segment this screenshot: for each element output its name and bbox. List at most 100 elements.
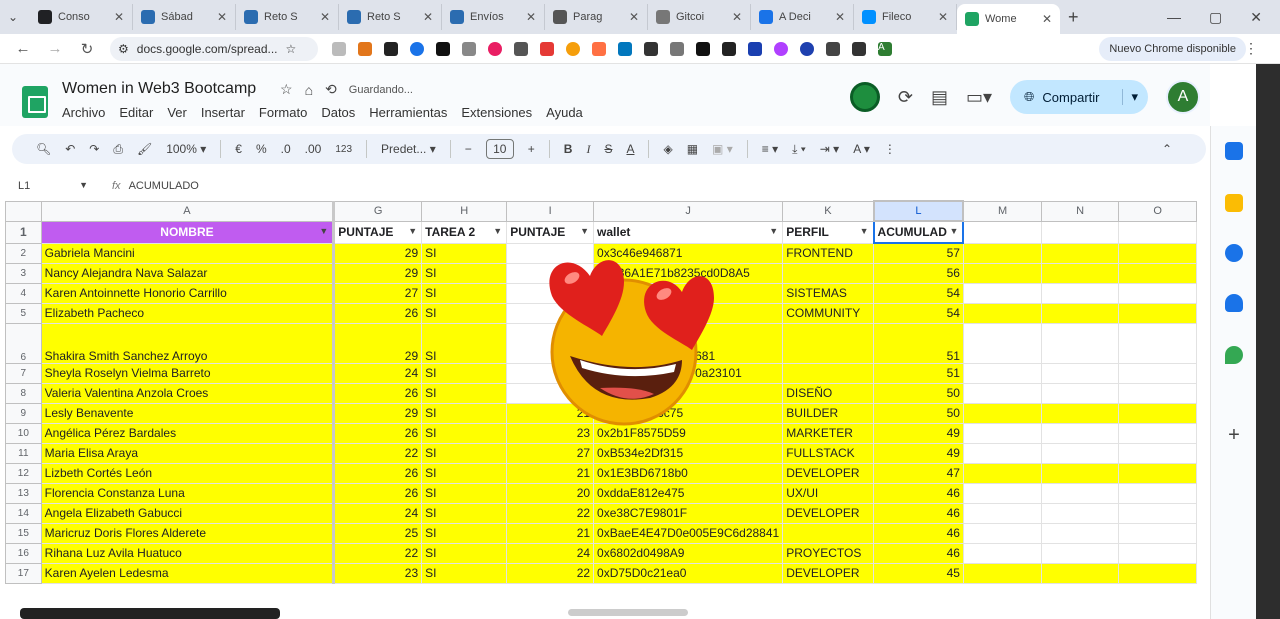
select-all-corner[interactable] <box>5 200 42 222</box>
browser-menu-icon[interactable]: ⋮ <box>1244 40 1258 57</box>
tab-close-icon[interactable]: ✕ <box>217 10 227 24</box>
name-box[interactable]: L1 ▼ <box>0 180 96 192</box>
cell-perfil[interactable]: FRONTEND <box>782 242 875 264</box>
menu-item[interactable]: Formato <box>259 105 307 120</box>
empty-cell[interactable] <box>1118 362 1197 384</box>
empty-cell[interactable] <box>1118 482 1197 504</box>
empty-cell[interactable] <box>1118 522 1197 544</box>
browser-tab[interactable]: Parag ✕ <box>545 4 648 30</box>
cell-perfil[interactable]: UX/UI <box>782 482 875 504</box>
cell-tarea2[interactable]: SI <box>421 542 508 564</box>
column-header[interactable]: I <box>506 200 595 222</box>
empty-cell[interactable] <box>962 402 1042 424</box>
cell-puntaje[interactable]: 23 <box>333 562 423 584</box>
empty-cell[interactable] <box>962 522 1042 544</box>
browser-tab[interactable]: Reto S ✕ <box>236 4 339 30</box>
browser-tab[interactable]: Fileco ✕ <box>854 4 957 30</box>
header-cell[interactable]: NOMBRE ▼ <box>40 220 336 244</box>
cell-puntaje2[interactable]: 21 <box>506 522 595 544</box>
empty-cell[interactable] <box>1040 242 1120 264</box>
cell-perfil[interactable]: DISEÑO <box>782 382 875 404</box>
cell-wallet[interactable]: 0x6802d0498A9 <box>593 542 784 564</box>
cell-puntaje[interactable]: 29 <box>333 402 423 424</box>
document-title[interactable]: Women in Web3 Bootcamp <box>62 80 256 98</box>
tab-search-chevron-icon[interactable]: ⌄ <box>8 10 30 24</box>
browser-tab[interactable]: Wome ✕ <box>957 4 1060 34</box>
empty-cell[interactable] <box>962 322 1042 364</box>
vertical-scrollbar[interactable] <box>1256 64 1280 619</box>
extension-icon[interactable] <box>696 41 710 56</box>
cell-name[interactable]: Valeria Valentina Anzola Croes <box>40 382 336 404</box>
cell-tarea2[interactable]: SI <box>421 382 508 404</box>
extension-icon[interactable] <box>722 41 736 56</box>
row-number[interactable]: 15 <box>5 522 42 544</box>
minimize-icon[interactable]: — <box>1167 9 1181 25</box>
cell-tarea2[interactable]: SI <box>421 562 508 584</box>
empty-cell[interactable] <box>1040 220 1120 244</box>
cell-acumulado[interactable]: 56 <box>873 262 964 284</box>
cell-acumulado[interactable]: 51 <box>873 362 964 384</box>
tasks-icon[interactable] <box>1225 244 1243 262</box>
redo-icon[interactable]: ↷ <box>89 142 99 156</box>
cell-tarea2[interactable]: SI <box>421 362 508 384</box>
empty-cell[interactable] <box>1040 362 1120 384</box>
undo-icon[interactable]: ↶ <box>65 142 75 156</box>
cell-acumulado[interactable]: 49 <box>873 422 964 444</box>
cell-puntaje[interactable]: 22 <box>333 442 423 464</box>
new-tab-button[interactable]: + <box>1068 7 1079 28</box>
cell-puntaje[interactable]: 26 <box>333 482 423 504</box>
cell-perfil[interactable]: FULLSTACK <box>782 442 875 464</box>
tab-close-icon[interactable]: ✕ <box>938 10 948 24</box>
history-icon[interactable]: ⟳ <box>898 87 913 108</box>
column-header[interactable]: O <box>1118 200 1197 222</box>
cell-tarea2[interactable]: SI <box>421 462 508 484</box>
empty-cell[interactable] <box>962 282 1042 304</box>
decrease-decimal-button[interactable]: .0 <box>281 142 291 156</box>
puzzle-icon[interactable] <box>826 41 840 56</box>
empty-cell[interactable] <box>1040 542 1120 564</box>
empty-cell[interactable] <box>962 422 1042 444</box>
borders-icon[interactable]: ▦ <box>687 142 698 156</box>
filter-icon[interactable]: ▼ <box>860 226 869 236</box>
cell-tarea2[interactable]: SI <box>421 402 508 424</box>
extension-icon[interactable] <box>436 41 450 56</box>
cell-puntaje[interactable]: 26 <box>333 422 423 444</box>
menu-item[interactable]: Extensiones <box>461 105 532 120</box>
empty-cell[interactable] <box>1040 462 1120 484</box>
column-header[interactable]: N <box>1040 200 1120 222</box>
add-addon-icon[interactable]: + <box>1225 425 1243 445</box>
empty-cell[interactable] <box>962 542 1042 564</box>
cell-wallet[interactable]: 0xe38C7E9801F <box>593 502 784 524</box>
empty-cell[interactable] <box>1118 402 1197 424</box>
cell-puntaje2[interactable]: 22 <box>506 562 595 584</box>
cell-tarea2[interactable]: SI <box>421 302 508 324</box>
menu-item[interactable]: Archivo <box>62 105 105 120</box>
cell-perfil[interactable]: SISTEMAS <box>782 282 875 304</box>
column-header[interactable]: K <box>782 200 875 222</box>
cell-name[interactable]: Nancy Alejandra Nava Salazar <box>40 262 336 284</box>
cell-name[interactable]: Shakira Smith Sanchez Arroyo <box>40 322 336 364</box>
share-button[interactable]: 🌐︎ Compartir ▾ <box>1010 80 1148 114</box>
camera-icon[interactable] <box>462 41 476 56</box>
cell-puntaje[interactable]: 26 <box>333 302 423 324</box>
empty-cell[interactable] <box>1040 322 1120 364</box>
cell-puntaje[interactable]: 22 <box>333 542 423 564</box>
filter-icon[interactable]: ▼ <box>950 226 959 236</box>
horizontal-scroll-thumb[interactable] <box>568 609 688 616</box>
cell-tarea2[interactable]: SI <box>421 522 508 544</box>
row-number[interactable]: 10 <box>5 422 42 444</box>
currency-format-button[interactable]: € <box>235 142 242 156</box>
cell-wallet[interactable]: 0xD75D0c21ea0 <box>593 562 784 584</box>
account-avatar[interactable]: A <box>1166 80 1200 114</box>
header-cell[interactable]: PUNTAJE ▼ <box>506 220 595 244</box>
close-window-icon[interactable]: ✕ <box>1250 9 1262 26</box>
row-number[interactable]: 12 <box>5 462 42 484</box>
extension-icon[interactable] <box>618 41 632 56</box>
browser-tab[interactable]: Envíos ✕ <box>442 4 545 30</box>
increase-decimal-button[interactable]: .00 <box>305 142 322 156</box>
cell-puntaje[interactable]: 29 <box>333 322 423 364</box>
empty-cell[interactable] <box>1118 242 1197 264</box>
empty-cell[interactable] <box>1040 422 1120 444</box>
print-icon[interactable]: ⎙ <box>113 142 123 157</box>
row-number[interactable]: 2 <box>5 242 42 264</box>
